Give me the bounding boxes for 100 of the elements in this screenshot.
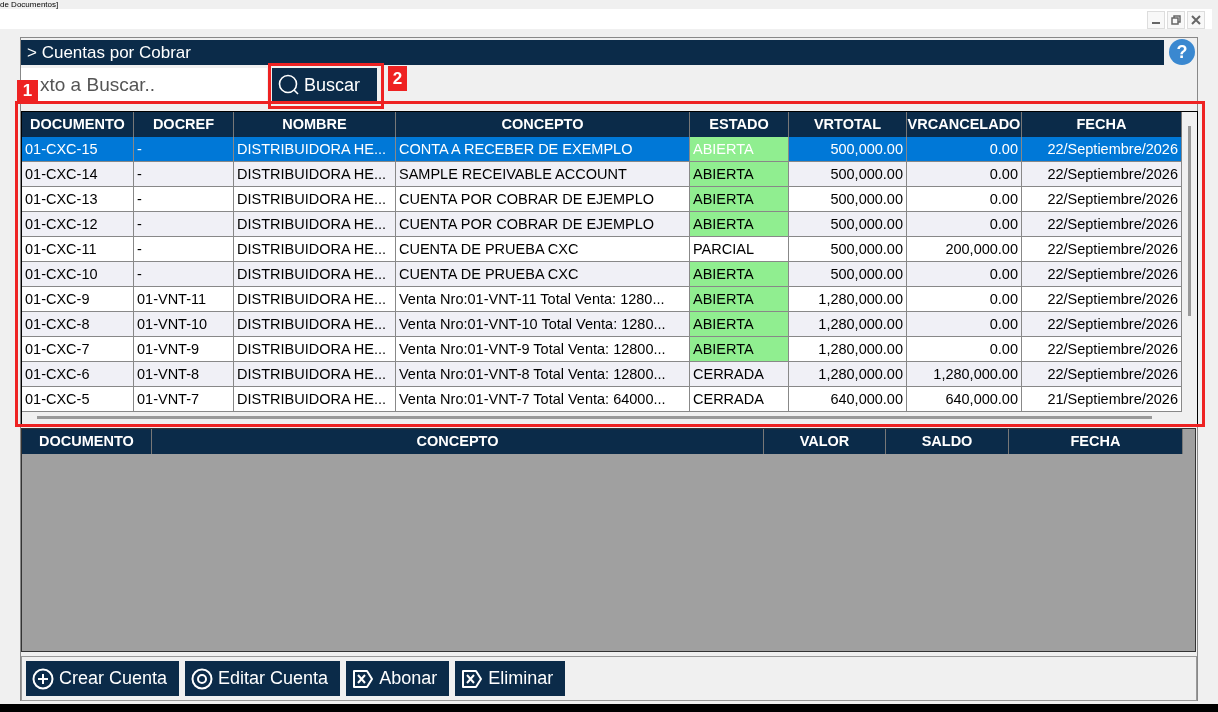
table-cell: - bbox=[134, 262, 234, 287]
column-header[interactable]: VRTOTAL bbox=[789, 112, 907, 137]
table-cell: ABIERTA bbox=[690, 212, 789, 237]
action-button[interactable]: Eliminar bbox=[455, 661, 566, 696]
table-cell: DISTRIBUIDORA HE... bbox=[234, 162, 396, 187]
table-cell: 22/Septiembre/2026 bbox=[1022, 162, 1182, 187]
column-header[interactable]: VALOR bbox=[764, 429, 886, 454]
table-cell: Venta Nro:01-VNT-10 Total Venta: 1280... bbox=[396, 312, 690, 337]
table-cell: 1,280,000.00 bbox=[789, 287, 907, 312]
table-cell: 22/Septiembre/2026 bbox=[1022, 262, 1182, 287]
table-cell: 640,000.00 bbox=[907, 387, 1022, 412]
table-cell: 01-VNT-8 bbox=[134, 362, 234, 387]
column-header[interactable]: FECHA bbox=[1022, 112, 1182, 137]
callout-number: 1 bbox=[17, 80, 38, 101]
table-cell: DISTRIBUIDORA HE... bbox=[234, 362, 396, 387]
table-cell: 01-VNT-7 bbox=[134, 387, 234, 412]
action-button[interactable]: Abonar bbox=[346, 661, 450, 696]
table-row[interactable]: 01-CXC-12 - DISTRIBUIDORA HE... CUENTA POR COBRAR DE EJEMPLO ABIERTA 500,000.00 0.00 22/Septiembre/2026 bbox=[22, 212, 1182, 237]
table-cell: DISTRIBUIDORA HE... bbox=[234, 337, 396, 362]
table-cell: - bbox=[134, 162, 234, 187]
column-header[interactable]: VRCANCELADO bbox=[907, 112, 1022, 137]
table-cell: 500,000.00 bbox=[789, 212, 907, 237]
table-cell: 01-CXC-5 bbox=[22, 387, 134, 412]
table-cell: ABIERTA bbox=[690, 312, 789, 337]
table-cell: 01-VNT-10 bbox=[134, 312, 234, 337]
table-cell: Venta Nro:01-VNT-11 Total Venta: 1280... bbox=[396, 287, 690, 312]
table-row[interactable]: 01-CXC-5 01-VNT-7 DISTRIBUIDORA HE... Venta Nro:01-VNT-7 Total Venta: 64000... CERRADA 640,000.00 640,000.00 21/Septiembre/2026 bbox=[22, 387, 1182, 412]
table-cell: 0.00 bbox=[907, 337, 1022, 362]
table-cell: Venta Nro:01-VNT-9 Total Venta: 12800... bbox=[396, 337, 690, 362]
table-cell: 0.00 bbox=[907, 187, 1022, 212]
table-row[interactable]: 01-CXC-8 01-VNT-10 DISTRIBUIDORA HE... Venta Nro:01-VNT-10 Total Venta: 1280... ABIERTA 1,280,000.00 0.00 22/Septiembre/2026 bbox=[22, 312, 1182, 337]
column-header[interactable]: DOCREF bbox=[134, 112, 234, 137]
table-row[interactable]: 01-CXC-14 - DISTRIBUIDORA HE... SAMPLE RECEIVABLE ACCOUNT ABIERTA 500,000.00 0.00 22/Septiembre/2026 bbox=[22, 162, 1182, 187]
table-cell: 640,000.00 bbox=[789, 387, 907, 412]
help-button[interactable]: ? bbox=[1169, 39, 1195, 65]
table-cell: 01-CXC-13 bbox=[22, 187, 134, 212]
table-cell: 500,000.00 bbox=[789, 237, 907, 262]
table-cell: 22/Septiembre/2026 bbox=[1022, 187, 1182, 212]
column-header[interactable]: FECHA bbox=[1009, 429, 1183, 454]
table-row[interactable]: 01-CXC-11 - DISTRIBUIDORA HE... CUENTA DE PRUEBA CXC PARCIAL 500,000.00 200,000.00 22/Septiembre/2026 bbox=[22, 237, 1182, 262]
table-cell: 0.00 bbox=[907, 287, 1022, 312]
table-row[interactable]: 01-CXC-9 01-VNT-11 DISTRIBUIDORA HE... Venta Nro:01-VNT-11 Total Venta: 1280... ABIERTA 1,280,000.00 0.00 22/Septiembre/2026 bbox=[22, 287, 1182, 312]
table-cell: - bbox=[134, 237, 234, 262]
table-cell: DISTRIBUIDORA HE... bbox=[234, 387, 396, 412]
column-header[interactable]: SALDO bbox=[886, 429, 1009, 454]
table-cell: DISTRIBUIDORA HE... bbox=[234, 287, 396, 312]
action-button[interactable]: Crear Cuenta bbox=[26, 661, 180, 696]
table-cell: 0.00 bbox=[907, 212, 1022, 237]
table-cell: 01-VNT-11 bbox=[134, 287, 234, 312]
table-row[interactable]: 01-CXC-15 - DISTRIBUIDORA HE... CONTA A RECEBER DE EXEMPLO ABIERTA 500,000.00 0.00 22/Septiembre/2026 bbox=[22, 137, 1182, 162]
table-cell: 01-CXC-15 bbox=[22, 137, 134, 162]
table-row[interactable]: 01-CXC-10 - DISTRIBUIDORA HE... CUENTA DE PRUEBA CXC ABIERTA 500,000.00 0.00 22/Septiembre/2026 bbox=[22, 262, 1182, 287]
column-header[interactable]: CONCEPTO bbox=[152, 429, 764, 454]
table-cell: 22/Septiembre/2026 bbox=[1022, 312, 1182, 337]
action-button[interactable]: Editar Cuenta bbox=[185, 661, 341, 696]
table-cell: 22/Septiembre/2026 bbox=[1022, 137, 1182, 162]
table-cell: ABIERTA bbox=[690, 162, 789, 187]
table-cell: DISTRIBUIDORA HE... bbox=[234, 187, 396, 212]
table-cell: PARCIAL bbox=[690, 237, 789, 262]
table-cell: - bbox=[134, 212, 234, 237]
table-cell: 1,280,000.00 bbox=[789, 312, 907, 337]
table-cell: CERRADA bbox=[690, 362, 789, 387]
column-header[interactable]: ESTADO bbox=[690, 112, 789, 137]
panel-title: > Cuentas por Cobrar bbox=[21, 39, 1164, 65]
table-cell: ABIERTA bbox=[690, 187, 789, 212]
table-cell: 21/Septiembre/2026 bbox=[1022, 387, 1182, 412]
table-cell: 0.00 bbox=[907, 262, 1022, 287]
table-row[interactable]: 01-CXC-13 - DISTRIBUIDORA HE... CUENTA POR COBRAR DE EJEMPLO ABIERTA 500,000.00 0.00 22/Septiembre/2026 bbox=[22, 187, 1182, 212]
callout-number: 2 bbox=[388, 66, 407, 91]
table-cell: CUENTA DE PRUEBA CXC bbox=[396, 262, 690, 287]
column-header[interactable]: CONCEPTO bbox=[396, 112, 690, 137]
table-cell: 01-CXC-14 bbox=[22, 162, 134, 187]
table-cell: DISTRIBUIDORA HE... bbox=[234, 262, 396, 287]
table-row[interactable]: 01-CXC-6 01-VNT-8 DISTRIBUIDORA HE... Venta Nro:01-VNT-8 Total Venta: 12800... CERRADA 1,280,000.00 1,280,000.00 22/Septiembre/2026 bbox=[22, 362, 1182, 387]
table-cell: 200,000.00 bbox=[907, 237, 1022, 262]
column-header[interactable]: DOCUMENTO bbox=[22, 112, 134, 137]
table-row[interactable]: 01-CXC-7 01-VNT-9 DISTRIBUIDORA HE... Venta Nro:01-VNT-9 Total Venta: 12800... ABIERTA 1,280,000.00 0.00 22/Septiembre/2026 bbox=[22, 337, 1182, 362]
table-cell: 22/Septiembre/2026 bbox=[1022, 212, 1182, 237]
column-header[interactable]: DOCUMENTO bbox=[22, 429, 152, 454]
table-cell: 500,000.00 bbox=[789, 162, 907, 187]
table-cell: Venta Nro:01-VNT-7 Total Venta: 64000... bbox=[396, 387, 690, 412]
table-cell: 0.00 bbox=[907, 137, 1022, 162]
table-cell: DISTRIBUIDORA HE... bbox=[234, 137, 396, 162]
table-cell: ABIERTA bbox=[690, 337, 789, 362]
table-cell: DISTRIBUIDORA HE... bbox=[234, 312, 396, 337]
table-cell: 1,280,000.00 bbox=[789, 362, 907, 387]
search-button[interactable]: Buscar bbox=[272, 67, 377, 103]
table-cell: 0.00 bbox=[907, 162, 1022, 187]
table-cell: 01-CXC-6 bbox=[22, 362, 134, 387]
table-cell: 01-CXC-10 bbox=[22, 262, 134, 287]
table-cell: 01-CXC-9 bbox=[22, 287, 134, 312]
window-title: de Documentos] bbox=[0, 0, 59, 9]
table-cell: ABIERTA bbox=[690, 137, 789, 162]
table-cell: CUENTA DE PRUEBA CXC bbox=[396, 237, 690, 262]
table-cell: SAMPLE RECEIVABLE ACCOUNT bbox=[396, 162, 690, 187]
table-cell: 500,000.00 bbox=[789, 137, 907, 162]
table-cell: 22/Septiembre/2026 bbox=[1022, 287, 1182, 312]
table-cell: 0.00 bbox=[907, 312, 1022, 337]
table-cell: CUENTA POR COBRAR DE EJEMPLO bbox=[396, 187, 690, 212]
column-header[interactable]: NOMBRE bbox=[234, 112, 396, 137]
